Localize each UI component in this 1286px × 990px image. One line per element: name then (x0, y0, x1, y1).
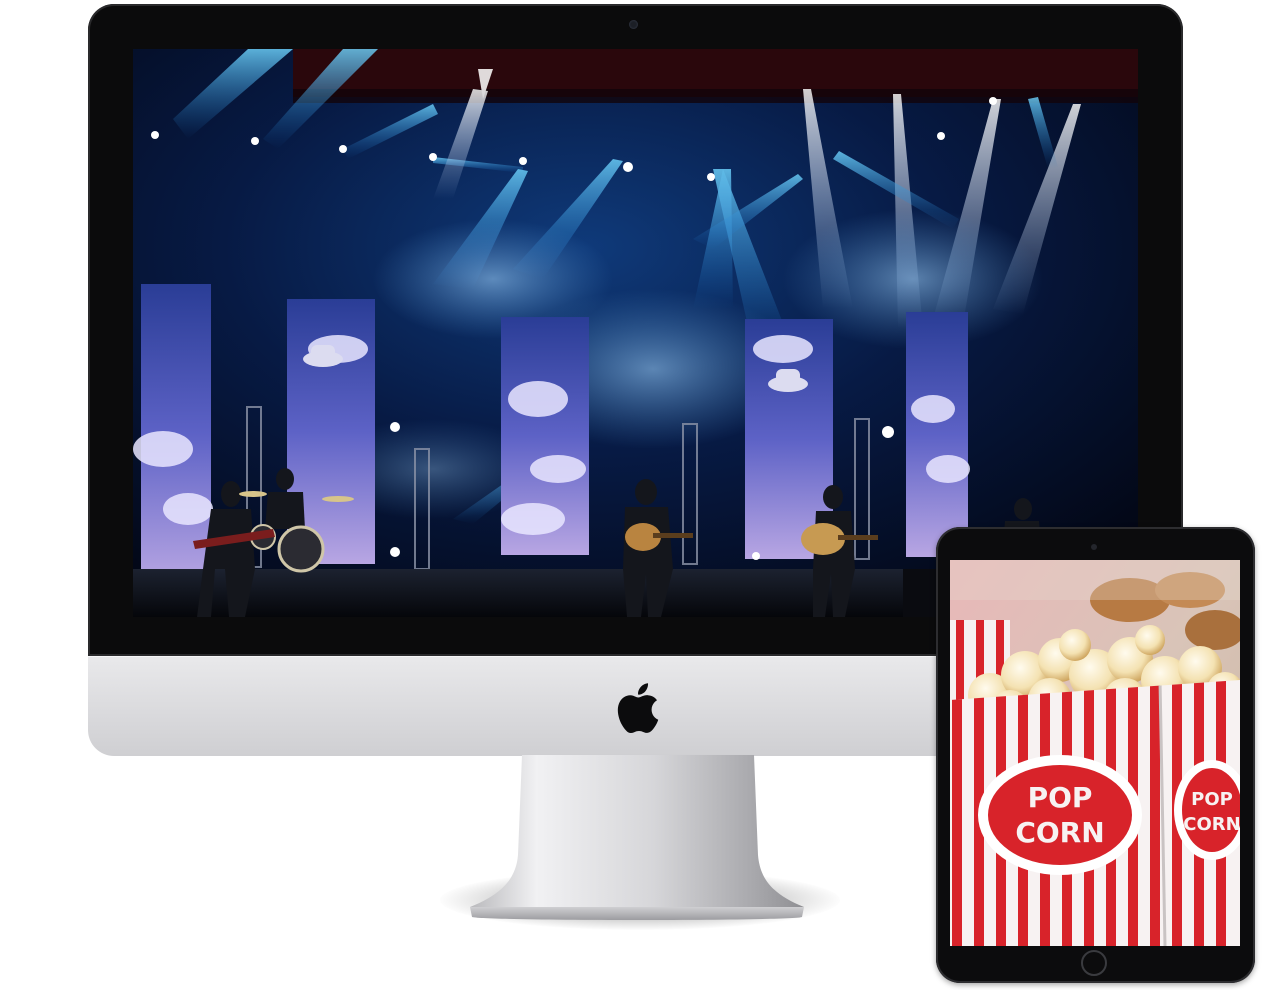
home-button-icon[interactable] (1081, 950, 1107, 976)
popcorn-front-word-1: POP (1028, 781, 1093, 814)
ipad-screen: POP CORN POP CORN (950, 560, 1240, 946)
ipad-camera (1091, 544, 1097, 550)
imac-stand (470, 755, 804, 920)
imac-camera (629, 20, 638, 29)
popcorn-side-word-1: POP (1191, 789, 1233, 810)
popcorn-side-word-2: CORN (1183, 814, 1240, 835)
apple-logo-icon (617, 683, 659, 734)
popcorn-box-photo: POP CORN POP CORN (950, 560, 1240, 946)
ipad-device: POP CORN POP CORN (936, 527, 1255, 983)
popcorn-front-word-2: CORN (1015, 816, 1104, 849)
